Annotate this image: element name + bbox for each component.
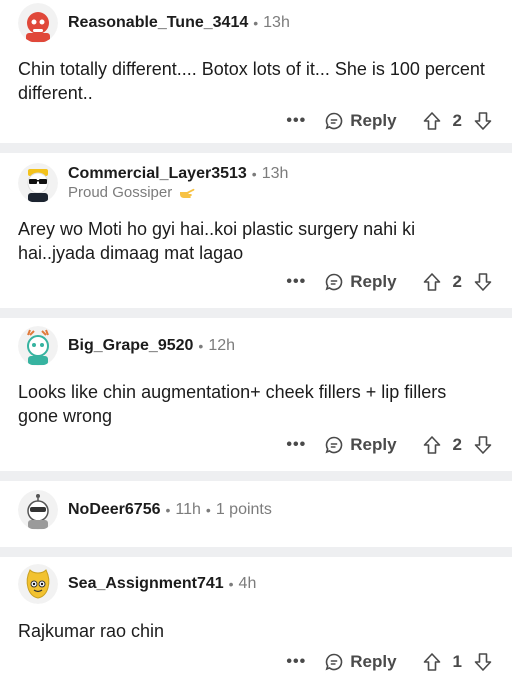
- reply-icon: [325, 436, 343, 454]
- timestamp: 12h: [208, 337, 236, 354]
- comment-meta: Sea_Assignment741 • 4h: [68, 574, 256, 594]
- pointing-hand-icon: [180, 188, 195, 198]
- snoo-gray-avatar-icon: [18, 490, 58, 530]
- downvote-icon[interactable]: [472, 651, 494, 673]
- username[interactable]: Reasonable_Tune_3414: [68, 13, 248, 33]
- comment-meta: NoDeer6756 • 11h • 1 points: [68, 500, 272, 520]
- comment: Sea_Assignment741 • 4h Rajkumar rao chin…: [0, 557, 512, 677]
- separator-dot: •: [205, 502, 211, 518]
- reply-label: Reply: [350, 435, 397, 454]
- separator-dot: •: [228, 576, 234, 592]
- comment-header: Reasonable_Tune_3414 • 13h: [18, 3, 290, 43]
- avatar[interactable]: [18, 564, 58, 604]
- separator-dot: •: [165, 502, 171, 518]
- avatar[interactable]: [18, 3, 58, 43]
- comment-header: Sea_Assignment741 • 4h: [18, 564, 256, 604]
- comment-body: Rajkumar rao chin: [18, 621, 165, 641]
- comment-divider: [0, 471, 512, 481]
- more-options-button[interactable]: •••: [286, 653, 306, 671]
- comment-body: Looks like chin augmentation+ cheek fill…: [18, 382, 447, 426]
- separator-dot: •: [251, 166, 257, 182]
- comment-header: Big_Grape_9520 • 12h: [18, 326, 235, 366]
- vote-count: 2: [452, 272, 462, 291]
- timestamp: 11h: [175, 501, 201, 518]
- reply-button[interactable]: Reply: [324, 111, 397, 131]
- timestamp: 4h: [238, 575, 257, 592]
- comment: Reasonable_Tune_3414 • 13h Chin totally …: [0, 0, 512, 143]
- vote-controls: 2: [421, 434, 494, 456]
- collapsed-comment[interactable]: NoDeer6756 • 11h • 1 points: [0, 481, 512, 547]
- comment-actions: ••• Reply 2: [286, 434, 494, 456]
- comment-header: Commercial_Layer3513 • 13h Proud Gossipe…: [18, 163, 288, 203]
- downvote-icon[interactable]: [472, 434, 494, 456]
- upvote-icon[interactable]: [421, 110, 443, 132]
- reply-button[interactable]: Reply: [324, 435, 397, 455]
- reply-label: Reply: [350, 272, 397, 291]
- comment-divider: [0, 547, 512, 557]
- comment-feed: Reasonable_Tune_3414 • 13h Chin totally …: [0, 0, 512, 677]
- vote-count: 2: [452, 111, 462, 130]
- vote-controls: 2: [421, 110, 494, 132]
- comment-meta: Reasonable_Tune_3414 • 13h: [68, 13, 290, 33]
- upvote-icon[interactable]: [421, 651, 443, 673]
- points-count: 1 points: [215, 501, 272, 518]
- reply-button[interactable]: Reply: [324, 272, 397, 292]
- separator-dot: •: [253, 15, 259, 31]
- comment-body: Arey wo Moti ho gyi hai..koi plastic sur…: [18, 219, 416, 263]
- snoo-antler-avatar-icon: [18, 326, 58, 366]
- comment-divider: [0, 143, 512, 153]
- avatar[interactable]: [18, 163, 58, 203]
- comment-body: Chin totally different.... Botox lots of…: [18, 59, 485, 103]
- username[interactable]: Sea_Assignment741: [68, 574, 224, 594]
- reply-icon: [325, 112, 343, 130]
- user-flair: Proud Gossiper: [68, 184, 288, 202]
- avatar[interactable]: [18, 326, 58, 366]
- username[interactable]: Big_Grape_9520: [68, 336, 193, 356]
- comment: Big_Grape_9520 • 12h Looks like chin aug…: [0, 318, 512, 471]
- upvote-icon[interactable]: [421, 434, 443, 456]
- username[interactable]: NoDeer6756: [68, 500, 161, 520]
- reply-icon: [325, 653, 343, 671]
- more-options-button[interactable]: •••: [286, 436, 306, 454]
- avatar[interactable]: [18, 490, 58, 530]
- flair-text: Proud Gossiper: [68, 184, 173, 201]
- snoo-banana-avatar-icon: [18, 564, 58, 604]
- reply-button[interactable]: Reply: [324, 652, 397, 672]
- more-options-button[interactable]: •••: [286, 273, 306, 291]
- comment-meta: Big_Grape_9520 • 12h: [68, 336, 235, 356]
- vote-controls: 1: [421, 651, 494, 673]
- comment-header: NoDeer6756 • 11h • 1 points: [18, 490, 272, 530]
- comment: Commercial_Layer3513 • 13h Proud Gossipe…: [0, 153, 512, 308]
- more-options-button[interactable]: •••: [286, 112, 306, 130]
- vote-controls: 2: [421, 271, 494, 293]
- timestamp: 13h: [263, 14, 290, 31]
- downvote-icon[interactable]: [472, 110, 494, 132]
- downvote-icon[interactable]: [472, 271, 494, 293]
- vote-count: 2: [452, 435, 462, 454]
- timestamp: 13h: [261, 165, 289, 182]
- reply-label: Reply: [350, 111, 397, 130]
- upvote-icon[interactable]: [421, 271, 443, 293]
- comment-actions: ••• Reply 2: [286, 110, 494, 132]
- reply-label: Reply: [350, 652, 397, 671]
- comment-actions: ••• Reply 1: [286, 651, 494, 673]
- comment-actions: ••• Reply 2: [286, 271, 494, 293]
- vote-count: 1: [452, 652, 462, 671]
- reply-icon: [325, 273, 343, 291]
- snoo-red-avatar-icon: [18, 3, 58, 43]
- username[interactable]: Commercial_Layer3513: [68, 164, 247, 184]
- comment-meta: Commercial_Layer3513 • 13h Proud Gossipe…: [68, 164, 288, 202]
- comment-divider: [0, 308, 512, 318]
- separator-dot: •: [198, 338, 204, 354]
- snoo-sunglasses-avatar-icon: [18, 163, 58, 203]
